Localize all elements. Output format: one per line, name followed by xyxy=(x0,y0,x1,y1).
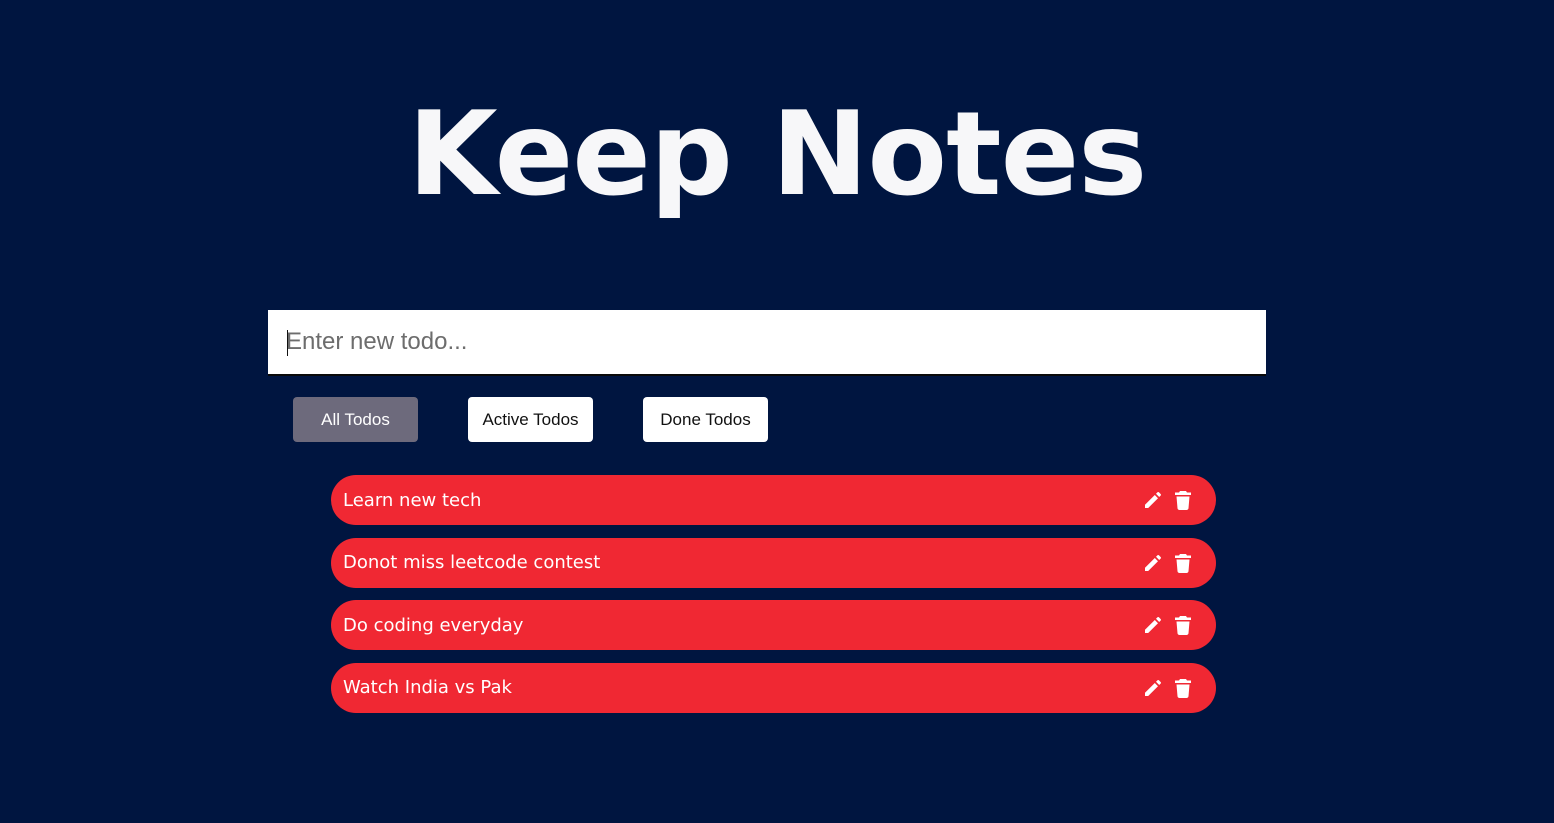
todo-item[interactable]: Learn new tech xyxy=(331,475,1216,525)
text-caret xyxy=(287,330,288,356)
pencil-icon[interactable] xyxy=(1142,552,1164,574)
todo-text: Learn new tech xyxy=(343,489,482,511)
todo-item[interactable]: Donot miss leetcode contest xyxy=(331,537,1216,588)
pencil-icon[interactable] xyxy=(1142,489,1164,511)
todo-text: Watch India vs Pak xyxy=(343,677,512,698)
done-todos-button[interactable]: Done Todos xyxy=(643,397,768,442)
todo-text: Donot miss leetcode contest xyxy=(343,552,601,573)
todo-list: Learn new tech Donot miss leetcode conte… xyxy=(331,475,1216,725)
new-todo-input[interactable] xyxy=(268,310,1266,376)
page-title: Keep Notes xyxy=(407,87,1148,222)
active-todos-button[interactable]: Active Todos xyxy=(468,397,593,442)
pencil-icon[interactable] xyxy=(1142,677,1164,699)
todo-text: Do coding everyday xyxy=(343,614,524,636)
trash-icon[interactable] xyxy=(1172,489,1194,511)
trash-icon[interactable] xyxy=(1172,677,1194,699)
todo-item[interactable]: Watch India vs Pak xyxy=(331,662,1216,713)
pencil-icon[interactable] xyxy=(1142,614,1164,636)
all-todos-button[interactable]: All Todos xyxy=(293,397,418,442)
trash-icon[interactable] xyxy=(1172,552,1194,574)
todo-item[interactable]: Do coding everyday xyxy=(331,600,1216,650)
trash-icon[interactable] xyxy=(1172,614,1194,636)
